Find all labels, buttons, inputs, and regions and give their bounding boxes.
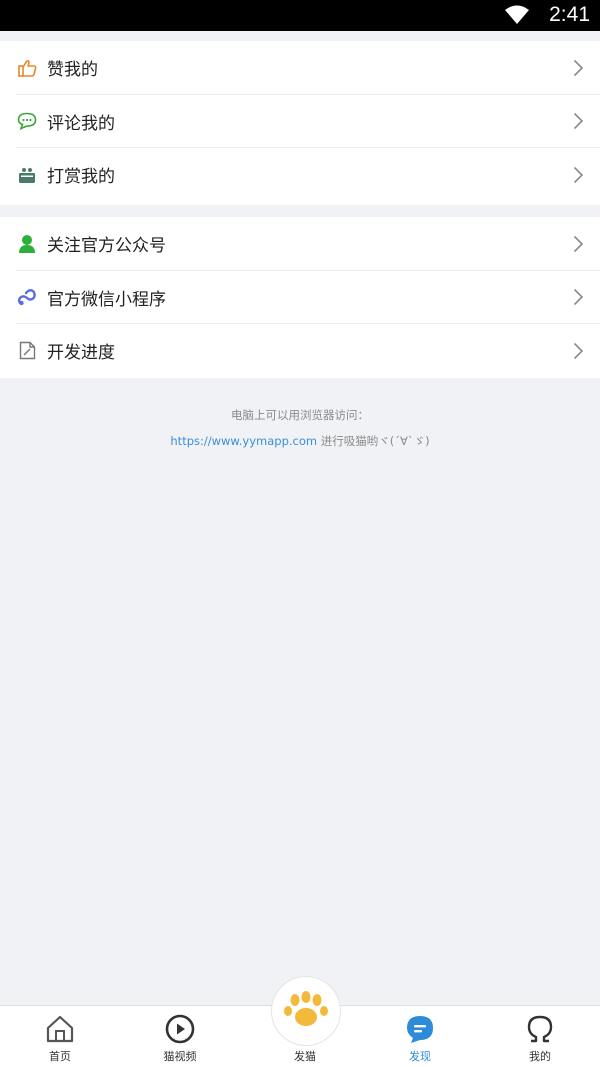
chevron-right-icon	[573, 166, 584, 183]
row-wechat-mini-program[interactable]: 官方微信小程序	[0, 271, 600, 324]
tab-discover[interactable]: 发现	[360, 1006, 480, 1067]
post-cat-paw-button[interactable]	[271, 976, 341, 1046]
web-access-note: 电脑上可以用浏览器访问： https://www.yymapp.com 进行吸猫…	[0, 402, 600, 454]
discover-chat-icon	[407, 1016, 433, 1043]
document-icon	[17, 341, 37, 361]
row-label: 关注官方公众号	[47, 236, 166, 257]
tab-cat-video[interactable]: 猫视频	[120, 1006, 240, 1067]
note-suffix: 进行吸猫哟ヾ(´∀`ゞ)	[317, 434, 430, 448]
row-label: 开发进度	[47, 343, 115, 364]
home-icon	[46, 1015, 74, 1043]
tab-label: 首页	[49, 1050, 71, 1063]
chevron-right-icon	[573, 235, 584, 252]
paw-icon	[284, 991, 328, 1026]
row-label: 官方微信小程序	[47, 289, 166, 310]
chevron-right-icon	[573, 59, 584, 76]
interactions-group: 赞我的 评论我的 打赏我的	[0, 41, 600, 205]
note-line-1: 电脑上可以用浏览器访问：	[231, 408, 369, 422]
tab-mine[interactable]: 我的	[480, 1006, 600, 1067]
chevron-right-icon	[573, 342, 584, 359]
tab-home[interactable]: 首页	[0, 1006, 120, 1067]
row-commented-me[interactable]: 评论我的	[0, 95, 600, 148]
status-bar: 2:41	[0, 0, 600, 31]
tab-label: 猫视频	[163, 1050, 197, 1063]
wifi-icon	[505, 5, 529, 24]
tab-label: 我的	[529, 1050, 551, 1063]
profile-omega-icon	[527, 1015, 553, 1043]
chevron-right-icon	[573, 113, 584, 130]
row-rewarded-me[interactable]: 打赏我的	[0, 148, 600, 202]
tab-label: 发猫	[294, 1050, 316, 1063]
tab-label: 发现	[409, 1050, 431, 1063]
official-group: 关注官方公众号 官方微信小程序 开发进度	[0, 217, 600, 378]
row-liked-me[interactable]: 赞我的	[0, 41, 600, 95]
note-line-2: https://www.yymapp.com 进行吸猫哟ヾ(´∀`ゞ)	[0, 428, 600, 454]
row-follow-official-account[interactable]: 关注官方公众号	[0, 217, 600, 271]
comment-icon	[17, 111, 37, 131]
row-dev-progress[interactable]: 开发进度	[0, 324, 600, 378]
mini-program-icon	[17, 287, 37, 307]
row-label: 评论我的	[47, 113, 115, 134]
thumbs-up-icon	[17, 58, 37, 78]
reward-icon	[17, 165, 37, 185]
person-icon	[17, 234, 37, 254]
website-link[interactable]: https://www.yymapp.com	[170, 434, 317, 448]
status-time: 2:41	[549, 3, 590, 26]
row-label: 赞我的	[47, 60, 98, 81]
row-label: 打赏我的	[47, 167, 115, 188]
chevron-right-icon	[573, 289, 584, 306]
play-icon	[165, 1014, 195, 1044]
